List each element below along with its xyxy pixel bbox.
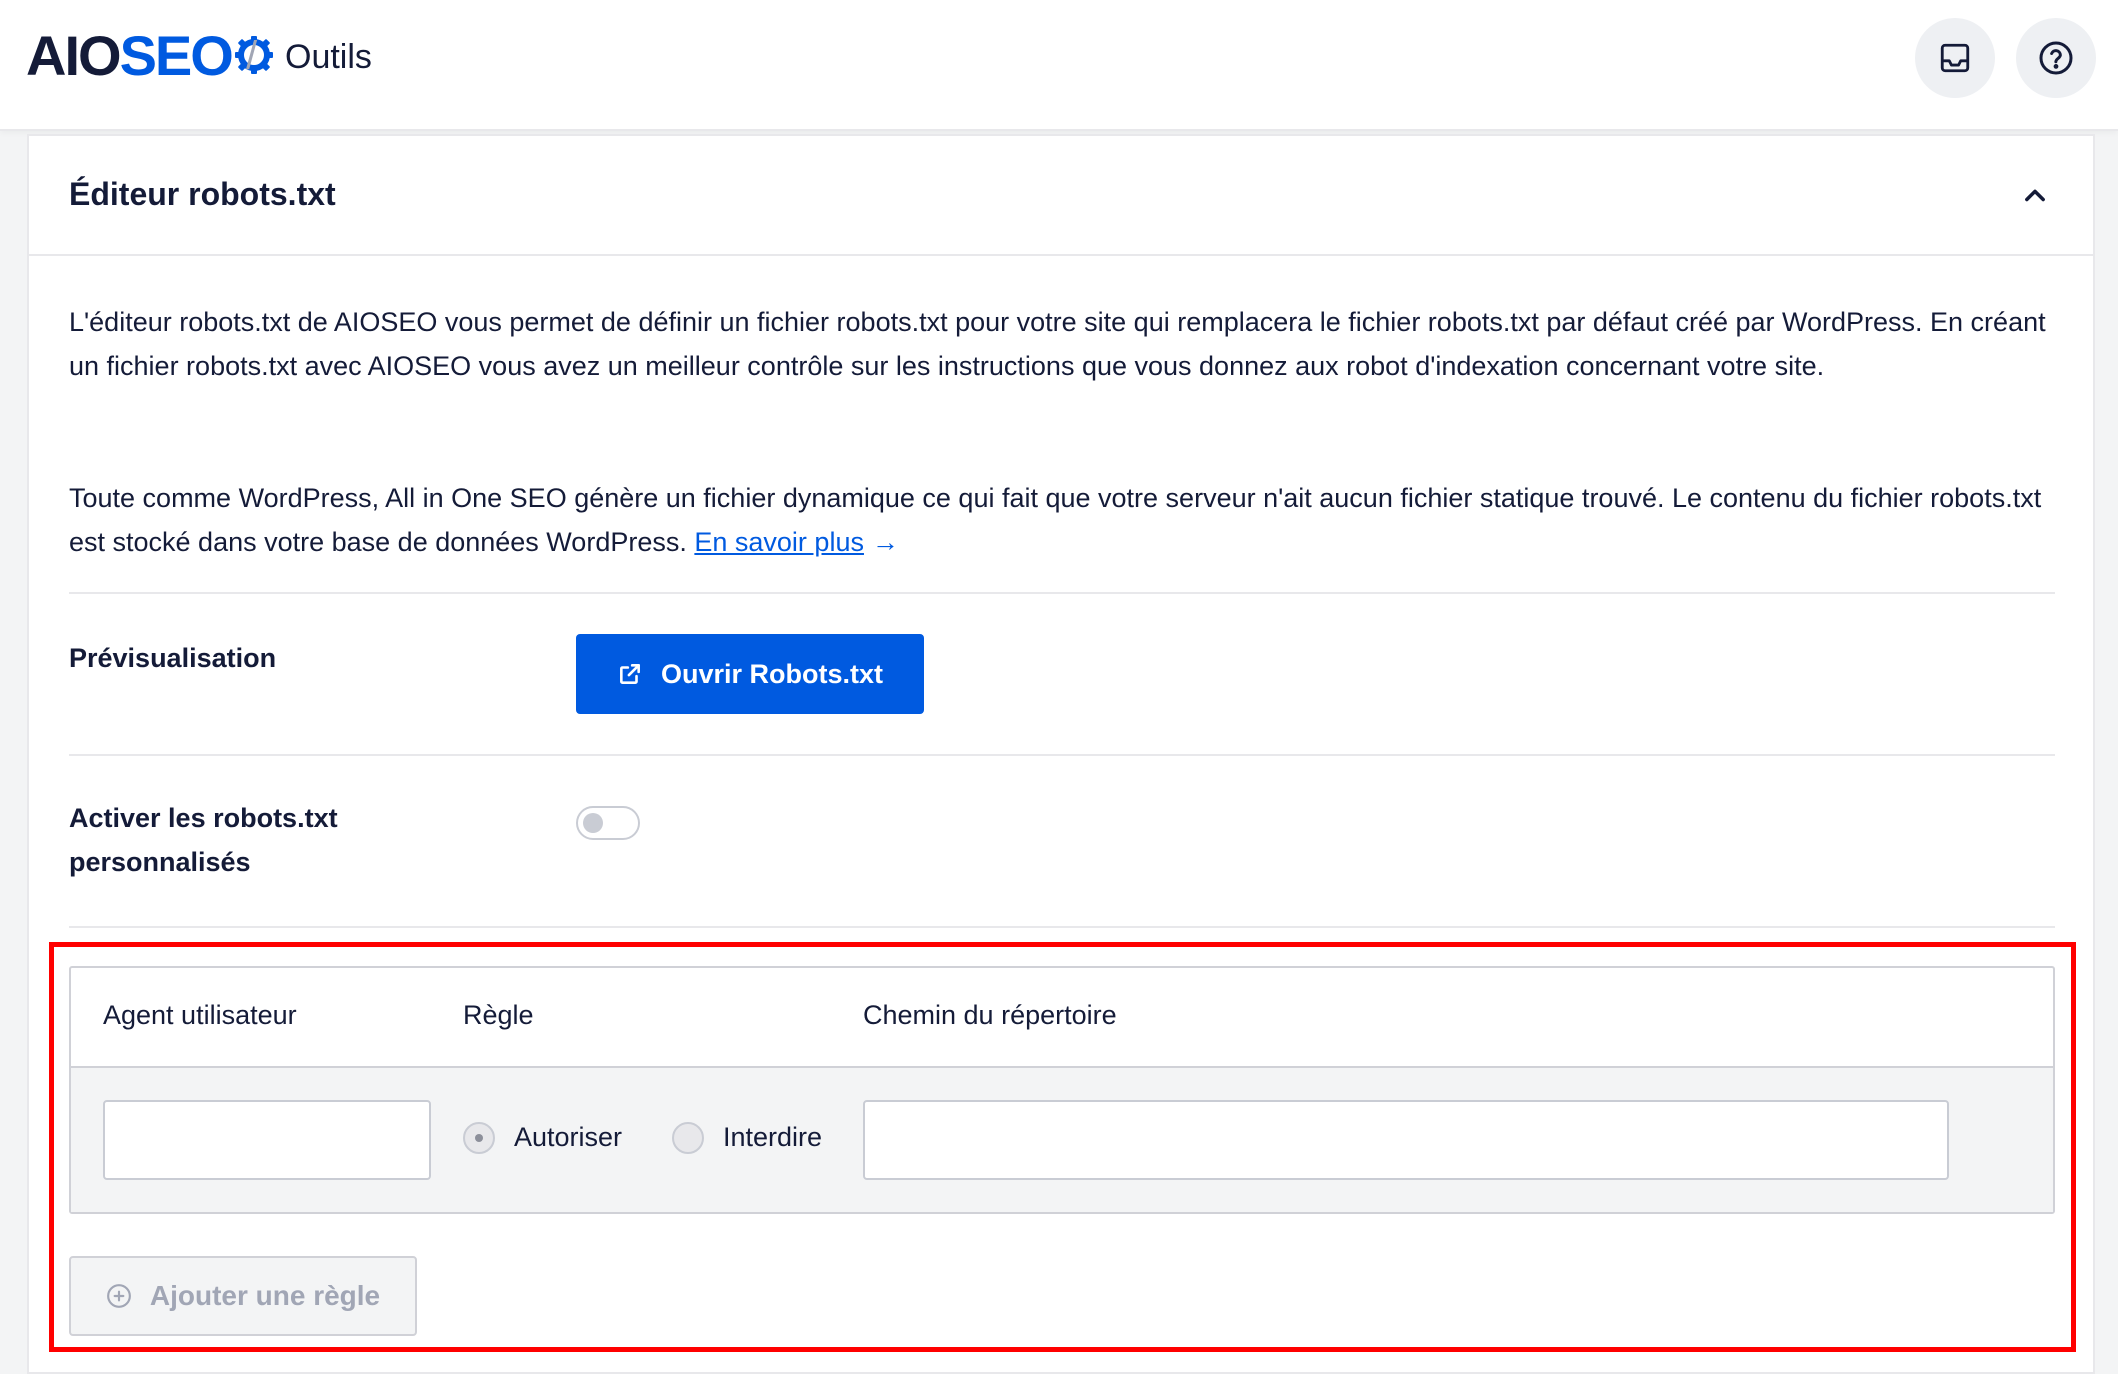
user-agent-input[interactable] <box>103 1100 431 1180</box>
column-user-agent: Agent utilisateur <box>103 1000 297 1030</box>
logo-text-aio: AIO <box>26 23 122 87</box>
preview-label: Prévisualisation <box>69 643 277 673</box>
description-paragraph-1: L'éditeur robots.txt de AIOSEO vous perm… <box>69 307 2046 381</box>
rule-row: Autoriser Interdire <box>71 1068 2053 1212</box>
card-title: Éditeur robots.txt <box>69 176 336 212</box>
rules-table: Agent utilisateur Règle Chemin du répert… <box>69 966 2055 1214</box>
description-paragraph-2: Toute comme WordPress, All in One SEO gé… <box>69 476 2059 564</box>
divider <box>69 926 2055 928</box>
open-robots-button[interactable]: Ouvrir Robots.txt <box>576 634 924 714</box>
help-button[interactable] <box>2016 18 2096 98</box>
add-rule-label: Ajouter une règle <box>149 1280 381 1311</box>
divider <box>69 754 2055 756</box>
chevron-up-icon <box>2025 189 2045 202</box>
logo-text-seo: SEO <box>119 23 234 87</box>
divider <box>69 592 2055 594</box>
arrow-right-icon: → <box>871 527 899 557</box>
column-directory-path: Chemin du répertoire <box>863 1000 1117 1030</box>
rules-table-header: Agent utilisateur Règle Chemin du répert… <box>71 968 2053 1068</box>
custom-robots-label-1: Activer les robots.txt <box>69 803 338 833</box>
notifications-button[interactable] <box>1915 18 1995 98</box>
inbox-icon <box>1940 43 1970 73</box>
allow-label[interactable]: Autoriser <box>514 1122 622 1153</box>
breadcrumb-current: Outils <box>285 38 372 76</box>
directory-path-input[interactable] <box>863 1100 1949 1180</box>
allow-radio[interactable] <box>463 1122 495 1154</box>
toggle-knob <box>583 813 603 833</box>
help-icon <box>2039 41 2073 75</box>
external-link-icon <box>620 664 640 684</box>
open-robots-label: Ouvrir Robots.txt <box>660 658 883 689</box>
column-rule: Règle <box>463 1000 534 1030</box>
disallow-radio[interactable] <box>672 1122 704 1154</box>
collapse-button[interactable] <box>2017 178 2053 214</box>
robots-editor-card: Éditeur robots.txt L'éditeur robots.txt … <box>27 134 2095 1374</box>
plus-circle-icon <box>106 1284 131 1308</box>
add-rule-button[interactable]: Ajouter une règle <box>69 1256 417 1336</box>
custom-robots-toggle[interactable] <box>576 806 640 840</box>
description-text: Toute comme WordPress, All in One SEO gé… <box>69 483 2042 557</box>
aioseo-logo[interactable]: AIO SEO <box>26 24 274 87</box>
breadcrumb-separator: / <box>246 34 258 78</box>
top-bar: AIO SEO / Outils <box>0 0 2118 131</box>
disallow-label[interactable]: Interdire <box>723 1122 822 1153</box>
card-header[interactable]: Éditeur robots.txt <box>29 136 2093 256</box>
custom-robots-label-2: personnalisés <box>69 847 251 877</box>
learn-more-link[interactable]: En savoir plus <box>694 527 864 557</box>
